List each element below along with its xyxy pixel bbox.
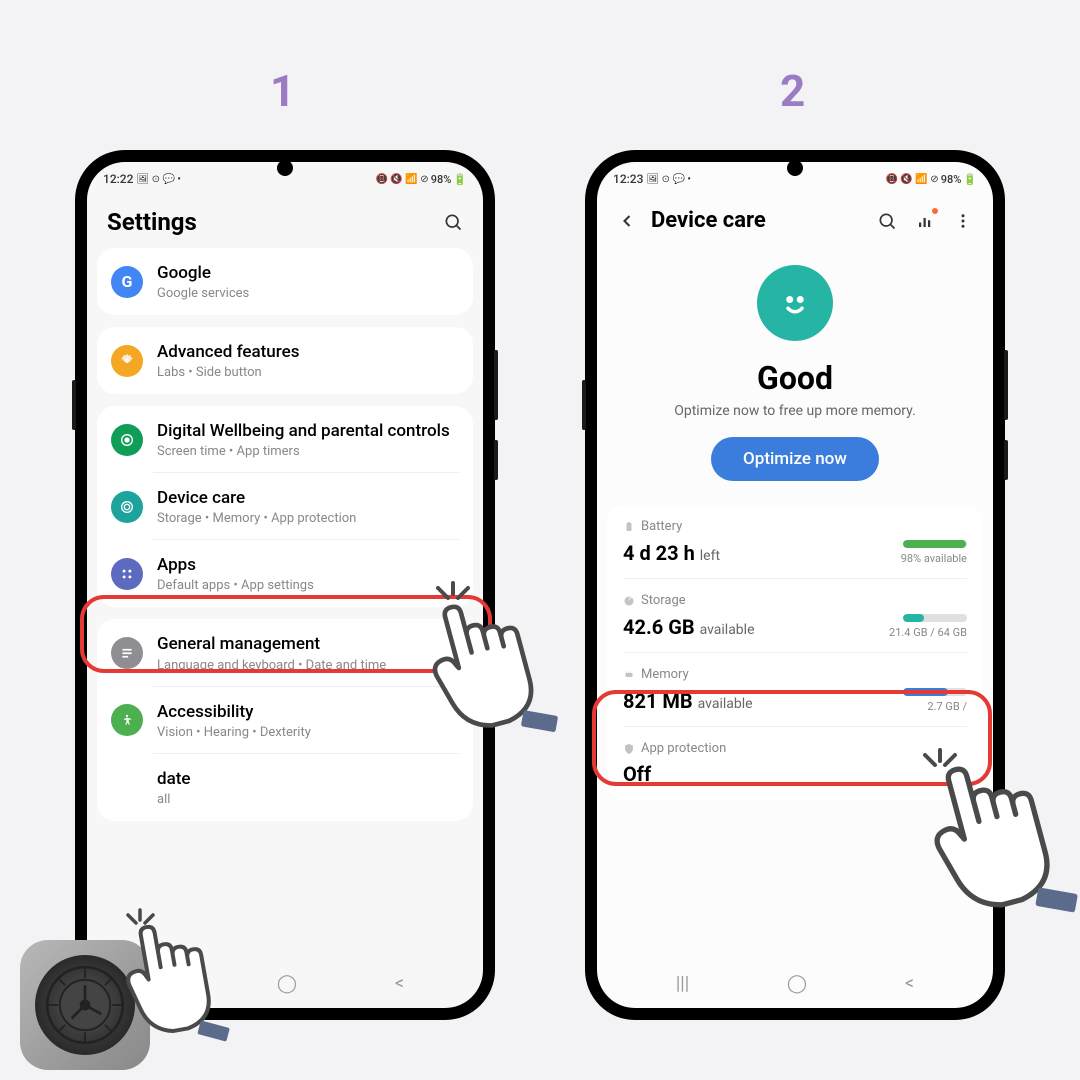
memory-value: 821 MB — [623, 689, 693, 713]
back-icon[interactable] — [617, 211, 637, 231]
nav-recents[interactable]: ||| — [676, 973, 689, 994]
optimize-button[interactable]: Optimize now — [711, 437, 879, 481]
phone-frame-2: 12:23 🖼 ⊙ 💬 • 📵 🔇 📶 ⊘ 98% 🔋 Device care — [585, 150, 1005, 1020]
nav-home[interactable]: ◯ — [277, 973, 297, 994]
shield-icon — [623, 743, 635, 755]
settings-card-general: General management Language and keyboard… — [97, 619, 473, 820]
settings-item-accessibility[interactable]: Accessibility Vision • Hearing • Dexteri… — [97, 687, 473, 754]
settings-app-icon — [20, 940, 150, 1070]
metric-battery[interactable]: Battery 4 d 23 h left 98% available — [607, 505, 983, 579]
devicecare-icon — [111, 491, 143, 523]
memory-unit: available — [698, 696, 753, 712]
item-subtitle: Storage • Memory • App protection — [157, 511, 459, 526]
accessibility-icon — [111, 704, 143, 736]
status-subtitle: Optimize now to free up more memory. — [617, 403, 973, 419]
gear-icon — [111, 345, 143, 377]
battery-value: 4 d 23 h — [623, 541, 695, 565]
battery-icon — [623, 521, 635, 533]
click-burst-icon — [915, 745, 965, 795]
settings-item-apps[interactable]: Apps Default apps • App settings — [97, 540, 473, 607]
item-title: Digital Wellbeing and parental controls — [157, 420, 459, 442]
item-subtitle: all — [157, 792, 459, 807]
step-number-2: 2 — [780, 65, 805, 117]
item-title: Accessibility — [157, 701, 459, 723]
metric-label: Battery — [641, 519, 682, 534]
metric-label: Memory — [641, 667, 689, 682]
settings-item-general[interactable]: General management Language and keyboard… — [97, 619, 473, 686]
nav-home[interactable]: ◯ — [787, 973, 807, 994]
metric-memory[interactable]: Memory 821 MB available 2.7 GB / — [607, 653, 983, 727]
item-title: date — [157, 768, 459, 790]
camera-notch — [277, 160, 293, 176]
settings-item-devicecare[interactable]: Device care Storage • Memory • App prote… — [97, 473, 473, 540]
storage-value: 42.6 GB — [623, 615, 695, 639]
smiley-icon — [757, 265, 833, 341]
item-title: Device care — [157, 487, 459, 509]
camera-notch — [787, 160, 803, 176]
settings-card-advanced: Advanced features Labs • Side button — [97, 327, 473, 394]
page-title: Device care — [651, 208, 766, 233]
settings-item-wellbeing[interactable]: Digital Wellbeing and parental controls … — [97, 406, 473, 473]
devicecare-header: Device care — [597, 190, 993, 245]
battery-unit: left — [700, 548, 720, 564]
chart-icon[interactable] — [915, 211, 935, 231]
apps-icon — [111, 558, 143, 590]
search-icon[interactable] — [877, 211, 897, 231]
metric-label: Storage — [641, 593, 686, 608]
nav-back[interactable]: < — [905, 973, 914, 994]
settings-card-wellbeing-care-apps: Digital Wellbeing and parental controls … — [97, 406, 473, 607]
item-title: Apps — [157, 554, 459, 576]
metric-storage[interactable]: Storage 42.6 GB available 21.4 GB / 64 G… — [607, 579, 983, 653]
memory-detail: 2.7 GB / — [903, 700, 967, 713]
step-number-1: 1 — [270, 65, 295, 117]
item-subtitle: Screen time • App timers — [157, 444, 459, 459]
status-battery: 98% — [431, 173, 452, 186]
storage-unit: available — [700, 622, 755, 638]
search-icon[interactable] — [443, 212, 463, 232]
battery-detail: 98% available — [901, 552, 967, 565]
settings-header: Settings — [87, 190, 483, 248]
item-title: General management — [157, 633, 459, 655]
item-subtitle: Vision • Hearing • Dexterity — [157, 725, 459, 740]
more-icon[interactable] — [953, 211, 973, 231]
click-burst-icon — [118, 905, 163, 950]
management-icon — [111, 637, 143, 669]
item-subtitle: Language and keyboard • Date and time — [157, 658, 459, 673]
storage-icon — [623, 595, 635, 607]
navigation-bar: ||| ◯ < — [597, 959, 993, 1008]
settings-card-google: G Google Google services — [97, 248, 473, 315]
storage-detail: 21.4 GB / 64 GB — [889, 626, 967, 639]
nav-recents[interactable]: ||| — [166, 973, 179, 994]
status-time: 12:22 — [103, 172, 133, 186]
google-icon: G — [111, 266, 143, 298]
nav-back[interactable]: < — [395, 973, 404, 994]
memory-icon — [623, 669, 635, 681]
click-burst-icon — [428, 578, 478, 628]
page-title: Settings — [107, 208, 197, 236]
device-status-section: Good Optimize now to free up more memory… — [597, 245, 993, 505]
settings-item-advanced[interactable]: Advanced features Labs • Side button — [97, 327, 473, 394]
item-subtitle: Default apps • App settings — [157, 578, 459, 593]
item-subtitle: Labs • Side button — [157, 365, 459, 380]
wellbeing-icon — [111, 424, 143, 456]
status-time: 12:23 — [613, 172, 643, 186]
metric-label: App protection — [641, 741, 726, 756]
item-title: Google — [157, 262, 459, 284]
status-battery: 98% — [941, 173, 962, 186]
item-subtitle: Google services — [157, 286, 459, 301]
settings-item-update[interactable]: date all — [97, 754, 473, 821]
status-good: Good — [617, 359, 973, 397]
settings-item-google[interactable]: G Google Google services — [97, 248, 473, 315]
item-title: Advanced features — [157, 341, 459, 363]
